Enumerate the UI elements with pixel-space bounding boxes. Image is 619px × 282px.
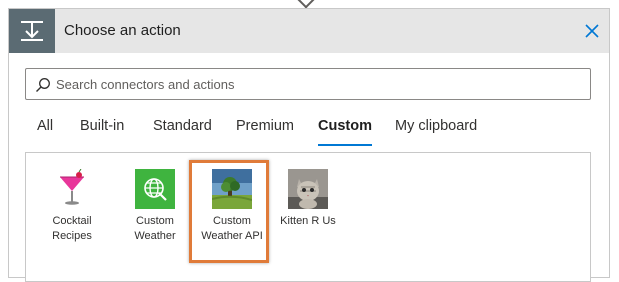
cocktail-glass-icon xyxy=(52,169,92,209)
operation-icon xyxy=(9,9,55,53)
panel-header: Choose an action xyxy=(9,9,609,53)
tab-all[interactable]: All xyxy=(37,118,53,134)
connector-tile-custom-weather[interactable]: Custom Weather xyxy=(124,169,186,244)
panel-title: Choose an action xyxy=(64,22,181,39)
connector-results: Cocktail Recipes Custom Weather Custom W… xyxy=(25,152,591,282)
connector-label: Custom Weather xyxy=(134,215,176,242)
search-field[interactable] xyxy=(25,68,591,100)
landscape-tree-icon xyxy=(212,169,252,209)
search-icon xyxy=(36,78,50,92)
globe-icon xyxy=(135,169,175,209)
close-icon xyxy=(585,24,599,38)
connector-tile-kitten-r-us[interactable]: Kitten R Us xyxy=(277,169,339,229)
tab-custom[interactable]: Custom xyxy=(318,118,372,146)
connector-tile-custom-weather-api[interactable]: Custom Weather API xyxy=(201,169,263,244)
tab-built-in[interactable]: Built-in xyxy=(80,118,124,134)
connector-tile-cocktail-recipes[interactable]: Cocktail Recipes xyxy=(41,169,103,244)
category-tabs: All Built-in Standard Premium Custom My … xyxy=(9,116,609,146)
connector-label: Kitten R Us xyxy=(280,215,336,227)
close-button[interactable] xyxy=(583,22,601,40)
tab-premium[interactable]: Premium xyxy=(236,118,294,134)
tab-standard[interactable]: Standard xyxy=(153,118,212,134)
connector-label: Custom Weather API xyxy=(201,215,263,242)
kitten-icon xyxy=(288,169,328,209)
search-input[interactable] xyxy=(56,69,576,99)
choose-action-panel: Choose an action All Built-in Standard P… xyxy=(8,8,610,282)
tab-my-clipboard[interactable]: My clipboard xyxy=(395,118,477,134)
connector-label: Cocktail Recipes xyxy=(52,215,92,242)
